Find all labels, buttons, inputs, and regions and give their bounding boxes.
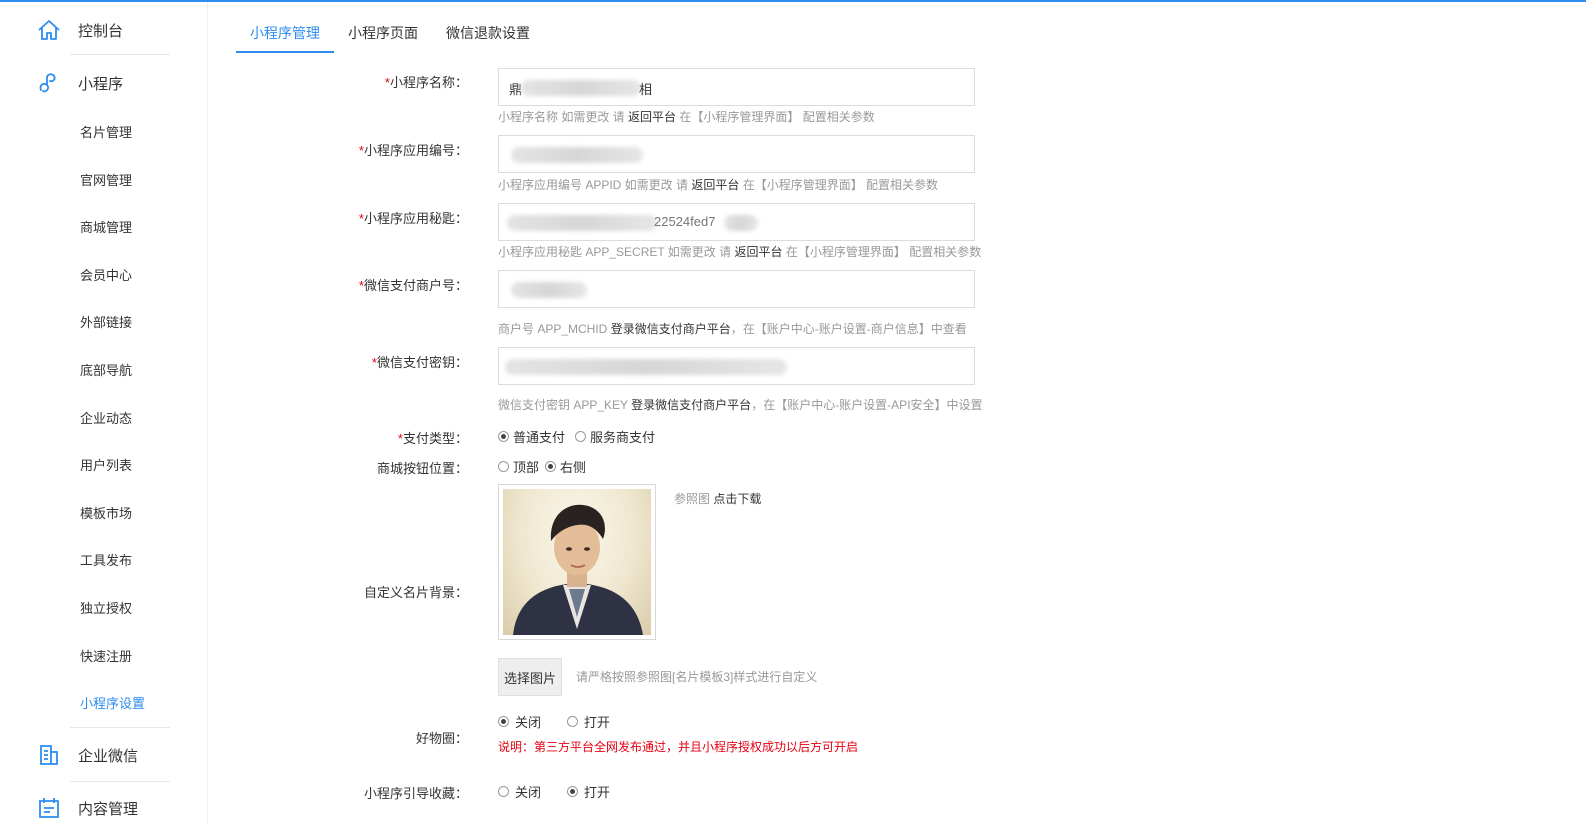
sidebar-wechat-work[interactable]: 企业微信: [0, 735, 208, 775]
sidebar-item-news[interactable]: 企业动态: [80, 408, 132, 430]
appid-input[interactable]: [498, 135, 975, 173]
sidebar: 控制台 小程序 名片管理 官网管理 商城管理 会员中心 外部链接 底部导航 企业…: [0, 2, 208, 823]
sidebar-divider: [70, 781, 170, 782]
mchid-label: *微信支付商户号：: [358, 278, 468, 293]
redacted-blur: [507, 215, 657, 231]
choose-image-button[interactable]: 选择图片: [498, 658, 562, 696]
document-icon: [40, 745, 58, 765]
sidebar-wechat-work-label: 企业微信: [78, 747, 139, 765]
pay-type-provider-option[interactable]: 服务商支付: [575, 427, 655, 446]
sidebar-item-tool-publish[interactable]: 工具发布: [80, 550, 132, 572]
choose-image-hint: 请严格按照参照图[名片模板3]样式进行自定义: [576, 670, 818, 684]
redacted-blur: [521, 80, 641, 96]
sidebar-item-website[interactable]: 官网管理: [80, 170, 132, 192]
appid-hint: 小程序应用编号 APPID 如需更改 请 返回平台 在【小程序管理界面】 配置相…: [498, 178, 939, 192]
sidebar-item-bottom-nav[interactable]: 底部导航: [80, 360, 132, 382]
sidebar-divider: [70, 727, 170, 728]
paykey-hint: 微信支付密钥 APP_KEY 登录微信支付商户平台，在【账户中心-账户设置-AP…: [498, 398, 983, 412]
secret-value-tail: 22524fed7: [654, 214, 716, 229]
redacted-blur: [724, 215, 758, 231]
card-bg-preview: [498, 484, 656, 640]
paykey-input[interactable]: [498, 347, 975, 385]
sidebar-item-miniprogram-settings[interactable]: 小程序设置: [80, 693, 145, 715]
goods-circle-label: 好物圈：: [415, 731, 468, 746]
goods-circle-off-option[interactable]: 关闭: [498, 712, 541, 731]
guide-fav-radio-group: 关闭 打开: [498, 782, 620, 801]
tab-miniprogram-manage[interactable]: 小程序管理: [236, 14, 334, 53]
sidebar-miniprogram[interactable]: 小程序: [0, 63, 208, 103]
redacted-blur: [505, 359, 787, 375]
sidebar-item-external-link[interactable]: 外部链接: [80, 312, 132, 334]
secret-input[interactable]: 22524fed7: [498, 203, 975, 241]
sidebar-item-users[interactable]: 用户列表: [80, 455, 132, 477]
secret-hint: 小程序应用秘匙 APP_SECRET 如需更改 请 返回平台 在【小程序管理界面…: [498, 245, 982, 259]
sidebar-miniprogram-label: 小程序: [78, 75, 124, 93]
sidebar-item-auth[interactable]: 独立授权: [80, 598, 132, 620]
name-input[interactable]: 鼎 相: [498, 68, 975, 106]
name-label: *小程序名称：: [384, 75, 468, 90]
calendar-icon: [39, 798, 59, 818]
sidebar-item-member[interactable]: 会员中心: [80, 265, 132, 287]
pay-type-normal-option[interactable]: 普通支付: [498, 427, 565, 446]
shop-btn-top-option[interactable]: 顶部: [498, 457, 539, 476]
sidebar-dashboard[interactable]: 控制台: [0, 10, 208, 50]
sidebar-content[interactable]: 内容管理: [0, 788, 208, 823]
redacted-blur: [511, 147, 643, 163]
pay-type-radio-group: 普通支付 服务商支付: [498, 427, 665, 446]
radio-selected[interactable]: [567, 786, 579, 797]
guide-fav-off-option[interactable]: 关闭: [498, 782, 541, 801]
miniprogram-icon: [39, 73, 56, 93]
card-bg-photo: [503, 489, 651, 635]
mchid-hint: 商户号 APP_MCHID 登录微信支付商户平台，在【账户中心-账户设置-商户信…: [498, 322, 967, 336]
goods-circle-warning: 说明：第三方平台全网发布通过，并且小程序授权成功以后方可开启: [498, 740, 859, 754]
main-content: 小程序管理 小程序页面 微信退款设置 *小程序名称： 鼎 相 小程序名称 如需更…: [208, 2, 1586, 823]
sidebar-dashboard-label: 控制台: [78, 22, 124, 40]
reference-image-text: 参照图 点击下载: [674, 492, 762, 506]
tab-bar: 小程序管理 小程序页面 微信退款设置: [236, 14, 544, 53]
appid-label: *小程序应用编号：: [358, 143, 468, 158]
sidebar-item-shop[interactable]: 商城管理: [80, 217, 132, 239]
redacted-blur: [511, 282, 587, 298]
radio-selected[interactable]: [498, 431, 509, 442]
tab-miniprogram-pages[interactable]: 小程序页面: [334, 14, 432, 52]
sidebar-divider: [70, 54, 170, 55]
radio-unselected[interactable]: [498, 786, 509, 797]
goods-circle-on-option[interactable]: 打开: [567, 712, 610, 731]
goods-circle-radio-group: 关闭 打开: [498, 712, 620, 731]
radio-unselected[interactable]: [567, 716, 579, 727]
radio-selected[interactable]: [545, 461, 557, 472]
sidebar-item-card[interactable]: 名片管理: [80, 122, 132, 144]
download-reference-link[interactable]: 点击下载: [713, 492, 761, 506]
mchid-input[interactable]: [498, 270, 975, 308]
home-icon: [38, 20, 60, 40]
guide-fav-on-option[interactable]: 打开: [567, 782, 610, 801]
secret-label: *小程序应用秘匙：: [358, 211, 468, 226]
guide-fav-label: 小程序引导收藏：: [363, 786, 468, 801]
tab-refund-settings[interactable]: 微信退款设置: [432, 14, 544, 52]
paykey-label: *微信支付密钥：: [371, 355, 468, 370]
pay-type-label: *支付类型：: [397, 431, 468, 446]
shop-btn-radio-group: 顶部 右侧: [498, 457, 596, 476]
radio-unselected[interactable]: [498, 461, 509, 472]
sidebar-content-label: 内容管理: [78, 800, 139, 818]
sidebar-item-templates[interactable]: 模板市场: [80, 503, 132, 525]
sidebar-item-quick-register[interactable]: 快速注册: [80, 646, 132, 668]
radio-unselected[interactable]: [575, 431, 587, 442]
shop-btn-right-option[interactable]: 右侧: [545, 457, 586, 476]
shop-btn-label: 商城按钮位置：: [376, 461, 468, 476]
name-value-tail: 相: [639, 82, 653, 97]
name-hint: 小程序名称 如需更改 请 返回平台 在【小程序管理界面】 配置相关参数: [498, 110, 875, 124]
radio-selected[interactable]: [498, 716, 509, 727]
card-bg-label: 自定义名片背景：: [363, 585, 468, 600]
person-photo-icon: [513, 504, 643, 635]
